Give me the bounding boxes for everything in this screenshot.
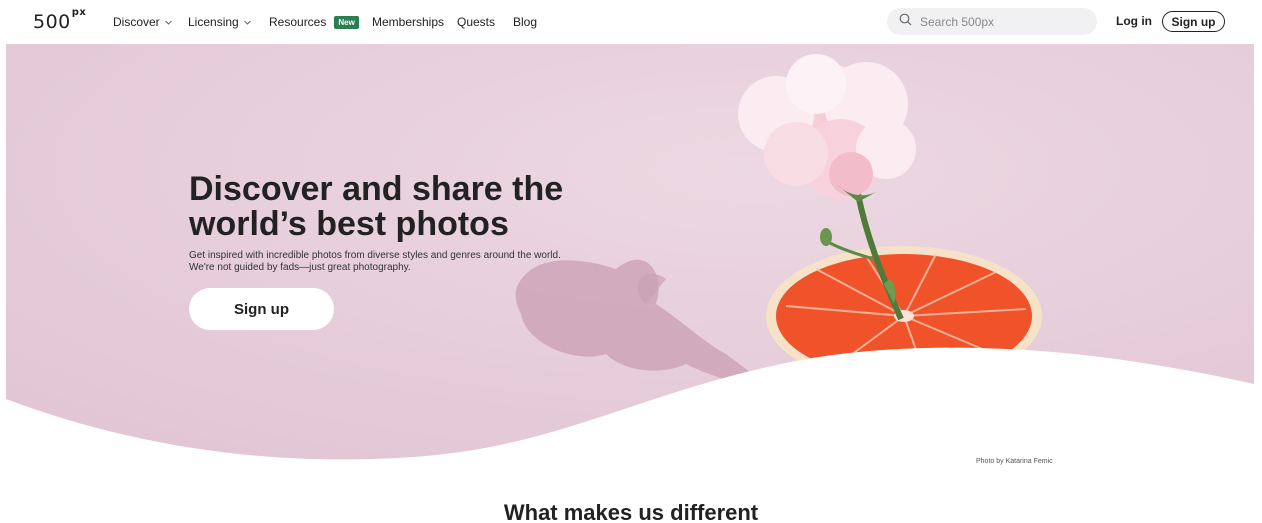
search-input[interactable] xyxy=(920,14,1090,29)
new-badge: New xyxy=(334,15,359,29)
search-bar[interactable] xyxy=(887,8,1097,35)
login-link[interactable]: Log in xyxy=(1116,14,1152,28)
nav-item-blog[interactable]: Blog xyxy=(513,15,537,29)
nav-item-memberships[interactable]: Memberships xyxy=(372,15,444,29)
top-navigation: 500px Discover Licensing Resources New M… xyxy=(0,0,1262,44)
nav-item-label: Resources xyxy=(269,15,327,29)
hero-title: Discover and share the world’s best phot… xyxy=(189,170,564,243)
nav-item-label: Quests xyxy=(457,15,496,29)
hero-banner: Discover and share the world’s best phot… xyxy=(6,44,1254,464)
nav-item-resources[interactable]: Resources New xyxy=(269,15,359,29)
logo-text: 500 xyxy=(33,11,71,33)
nav-item-quests[interactable]: Quests xyxy=(457,15,495,29)
nav-item-licensing[interactable]: Licensing xyxy=(188,15,252,29)
nav-item-label: Blog xyxy=(513,15,538,29)
nav-item-label: Licensing xyxy=(188,15,239,29)
logo-500px[interactable]: 500px xyxy=(33,7,86,33)
signup-button[interactable]: Sign up xyxy=(1162,11,1225,32)
nav-item-label: Memberships xyxy=(372,15,445,29)
photo-credit[interactable]: Photo by Katarina Femic xyxy=(976,458,1053,465)
logo-suffix: px xyxy=(71,6,87,18)
hero-subtitle: Get inspired with incredible photos from… xyxy=(189,250,561,273)
search-icon xyxy=(899,13,912,31)
section-title: What makes us different xyxy=(503,500,759,523)
nav-item-label: Discover xyxy=(113,15,160,29)
chevron-down-icon xyxy=(164,18,173,27)
chevron-down-icon xyxy=(243,18,252,27)
nav-item-discover[interactable]: Discover xyxy=(113,15,173,29)
hero-signup-button[interactable]: Sign up xyxy=(189,288,334,330)
